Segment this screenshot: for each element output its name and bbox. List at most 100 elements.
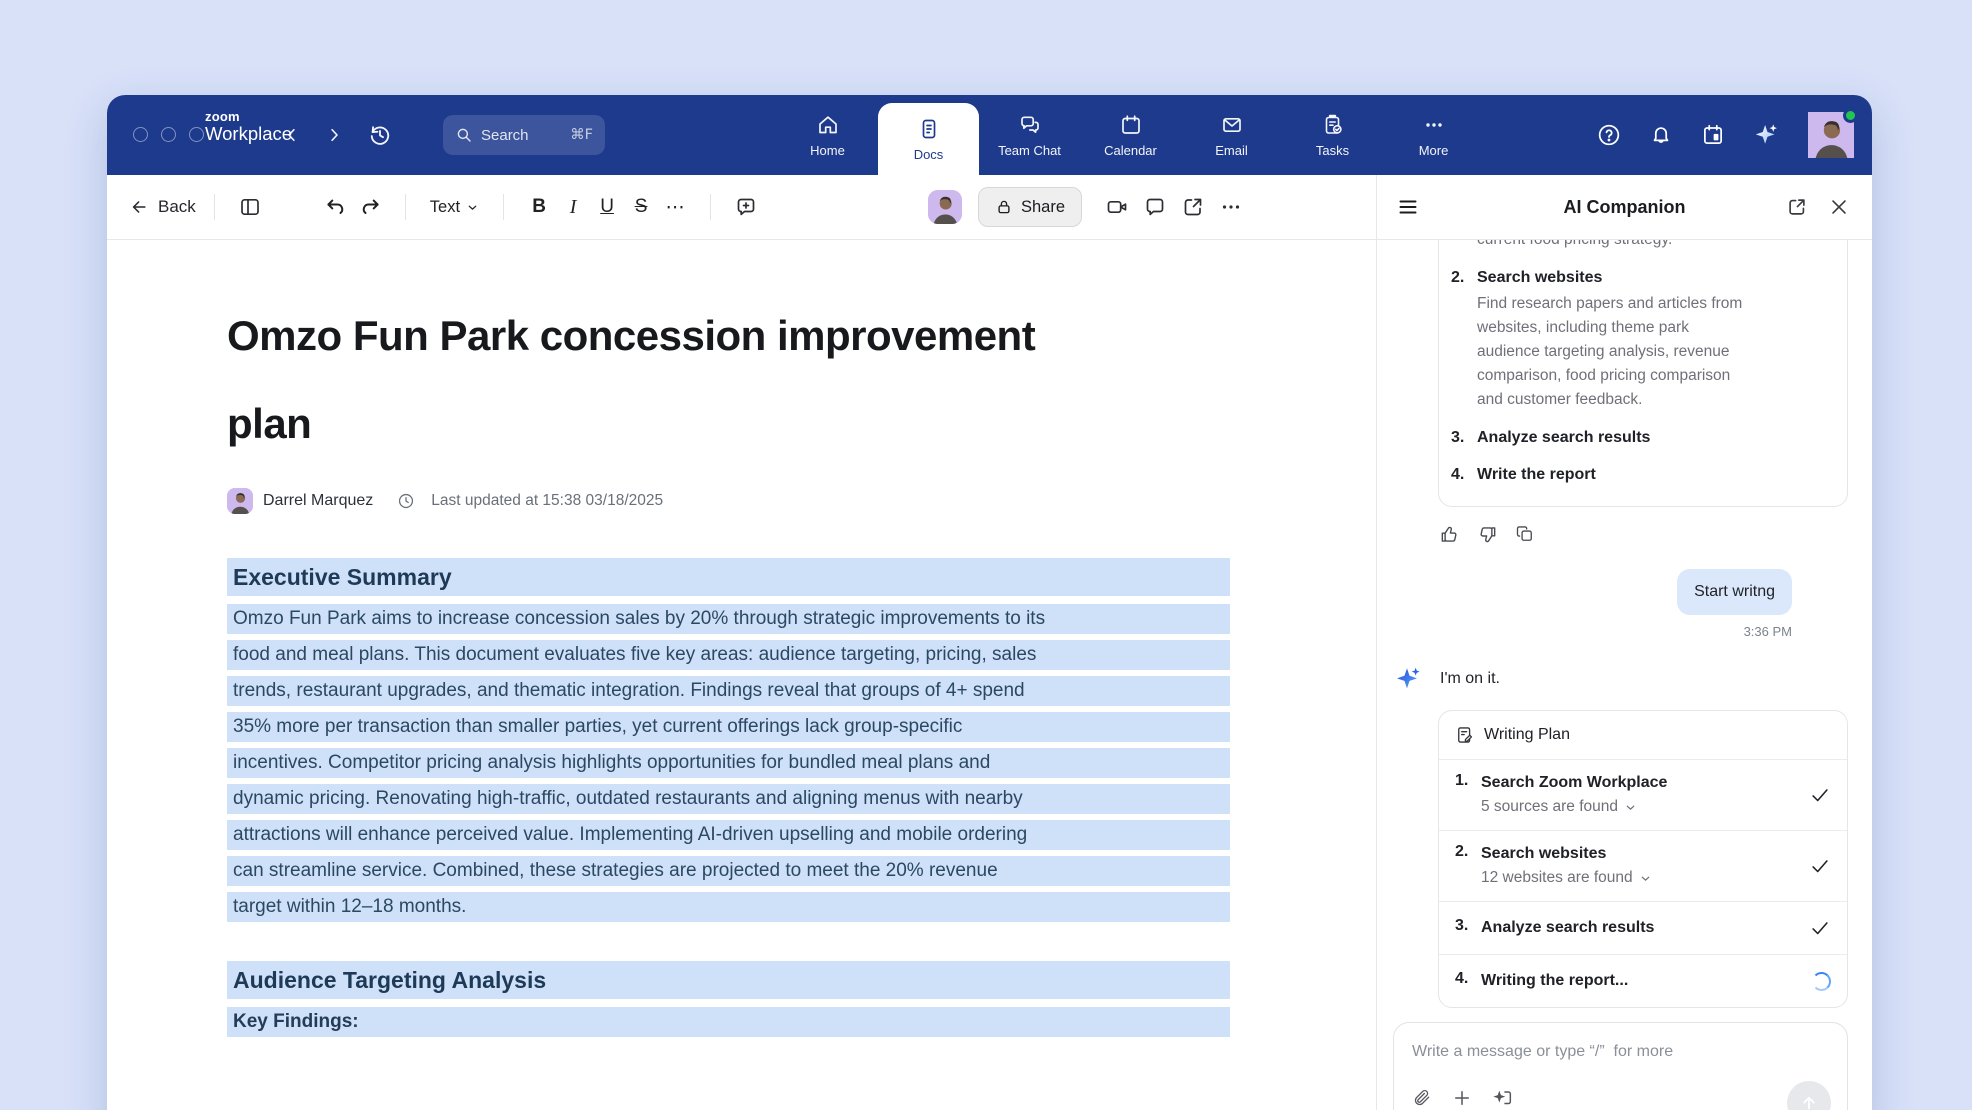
divider — [214, 194, 215, 220]
plan-step: 2. Search websites Find research papers … — [1451, 267, 1831, 412]
doc-heading: Executive Summary — [227, 558, 1230, 596]
clipped-text: current food pricing strategy. — [1451, 240, 1831, 252]
tab-calendar[interactable]: Calendar — [1080, 95, 1181, 175]
add-plus-icon[interactable] — [1452, 1088, 1472, 1108]
ai-companion-panel: current food pricing strategy. 2. Search… — [1376, 240, 1872, 1110]
panel-title: AI Companion — [1564, 197, 1686, 218]
bold-button[interactable]: B — [522, 196, 556, 218]
ai-insert-icon[interactable] — [1492, 1087, 1514, 1109]
doc-byline: Darrel Marquez Last updated at 15:38 03/… — [227, 488, 1230, 514]
author-avatar — [227, 488, 253, 514]
team-chat-icon — [1018, 113, 1042, 137]
check-icon — [1809, 855, 1831, 877]
global-search[interactable]: Search ⌘F — [443, 115, 605, 155]
doc-title: Omzo Fun Park concession improvement pla… — [227, 292, 1037, 468]
sidebar-toggle-icon[interactable] — [233, 190, 267, 224]
share-button[interactable]: Share — [978, 187, 1082, 227]
nav-back-icon[interactable] — [283, 126, 301, 144]
copy-icon[interactable] — [1514, 523, 1536, 545]
message-timestamp: 3:36 PM — [1377, 624, 1792, 639]
doc-line: attractions will enhance perceived value… — [227, 820, 1230, 850]
top-navbar: zoom Workplace Search ⌘F — [107, 95, 1872, 175]
window-minimize-button[interactable] — [161, 127, 176, 142]
doc-toolbar: Back Text B I U — [107, 175, 1376, 239]
calendar-date-icon[interactable] — [1700, 122, 1726, 148]
back-button[interactable]: Back — [129, 197, 196, 217]
thumbs-up-icon[interactable] — [1438, 523, 1460, 545]
writing-plan-card: Writing Plan 1. Search Zoom Workplace 5 … — [1438, 710, 1848, 1008]
main-nav-tabs: Home Docs Team Chat Calendar Email Tasks — [777, 95, 1484, 175]
thumbs-down-icon[interactable] — [1476, 523, 1498, 545]
divider — [710, 194, 711, 220]
message-input-card[interactable] — [1393, 1022, 1848, 1110]
doc-subheading: Key Findings: — [227, 1007, 1230, 1037]
clock-icon — [397, 492, 415, 510]
attach-file-icon[interactable] — [1412, 1088, 1432, 1108]
chevron-down-icon[interactable] — [1639, 872, 1652, 885]
message-feedback-row — [1438, 523, 1872, 545]
document-canvas[interactable]: Omzo Fun Park concession improvement pla… — [107, 240, 1376, 1110]
nav-forward-icon[interactable] — [325, 126, 343, 144]
notifications-bell-icon[interactable] — [1648, 122, 1674, 148]
ai-companion-header: AI Companion — [1376, 175, 1872, 239]
ai-companion-sparkle-icon[interactable] — [1752, 120, 1782, 150]
doc-line: Omzo Fun Park aims to increase concessio… — [227, 604, 1230, 634]
doc-heading: Audience Targeting Analysis — [227, 961, 1230, 999]
writing-plan-icon — [1455, 725, 1475, 745]
plan-item[interactable]: 4. Writing the report... — [1439, 955, 1847, 1007]
tab-home[interactable]: Home — [777, 95, 878, 175]
video-meeting-icon[interactable] — [1100, 190, 1134, 224]
ai-sparkle-icon — [1393, 663, 1425, 695]
user-avatar[interactable] — [1808, 112, 1854, 158]
close-icon[interactable] — [1828, 196, 1850, 218]
send-button[interactable] — [1787, 1081, 1831, 1110]
window-close-button[interactable] — [133, 127, 148, 142]
plan-step-description: Find research papers and articles from w… — [1477, 292, 1831, 412]
zoom-workplace-logo: zoom Workplace — [205, 110, 292, 145]
more-options-icon[interactable] — [1214, 190, 1248, 224]
lock-icon — [995, 198, 1013, 216]
search-placeholder: Search — [481, 127, 562, 144]
doc-line: target within 12–18 months. — [227, 892, 1230, 922]
message-input[interactable] — [1412, 1043, 1787, 1061]
plan-item[interactable]: 1. Search Zoom Workplace 5 sources are f… — [1439, 760, 1847, 831]
strikethrough-button[interactable]: S — [624, 196, 658, 218]
search-icon — [455, 126, 473, 144]
doc-line: 35% more per transaction than smaller pa… — [227, 712, 1230, 742]
history-icon[interactable] — [367, 122, 393, 148]
tab-tasks[interactable]: Tasks — [1282, 95, 1383, 175]
plan-item[interactable]: 3. Analyze search results — [1439, 902, 1847, 955]
window-controls[interactable] — [133, 127, 204, 142]
chevron-down-icon[interactable] — [1624, 801, 1637, 814]
loading-spinner — [1812, 972, 1831, 991]
tab-team-chat[interactable]: Team Chat — [979, 95, 1080, 175]
undo-icon[interactable] — [319, 190, 353, 224]
open-external-icon[interactable] — [1176, 190, 1210, 224]
tab-email[interactable]: Email — [1181, 95, 1282, 175]
tab-more[interactable]: More — [1383, 95, 1484, 175]
divider — [503, 194, 504, 220]
collaborator-avatar[interactable] — [928, 190, 962, 224]
plan-item[interactable]: 2. Search websites 12 websites are found — [1439, 831, 1847, 902]
tab-docs[interactable]: Docs — [878, 103, 979, 175]
text-style-dropdown[interactable]: Text — [424, 198, 485, 217]
redo-icon[interactable] — [353, 190, 387, 224]
tasks-icon — [1321, 113, 1345, 137]
docs-icon — [917, 117, 941, 141]
more-dots-icon — [1422, 113, 1446, 137]
logo-zoom: zoom — [205, 110, 292, 124]
logo-workplace: Workplace — [205, 124, 292, 144]
ai-reply-row: I'm on it. — [1393, 663, 1848, 695]
italic-button[interactable]: I — [556, 196, 590, 219]
doc-line: dynamic pricing. Renovating high-traffic… — [227, 784, 1230, 814]
hamburger-menu-icon[interactable] — [1391, 190, 1425, 224]
help-icon[interactable] — [1596, 122, 1622, 148]
email-icon — [1220, 113, 1244, 137]
chat-icon[interactable] — [1138, 190, 1172, 224]
more-formatting-button[interactable]: ⋯ — [658, 196, 692, 219]
underline-button[interactable]: U — [590, 196, 624, 218]
add-comment-icon[interactable] — [729, 190, 763, 224]
user-message-bubble: Start writng — [1677, 569, 1792, 615]
pop-out-icon[interactable] — [1786, 196, 1808, 218]
window-zoom-button[interactable] — [189, 127, 204, 142]
